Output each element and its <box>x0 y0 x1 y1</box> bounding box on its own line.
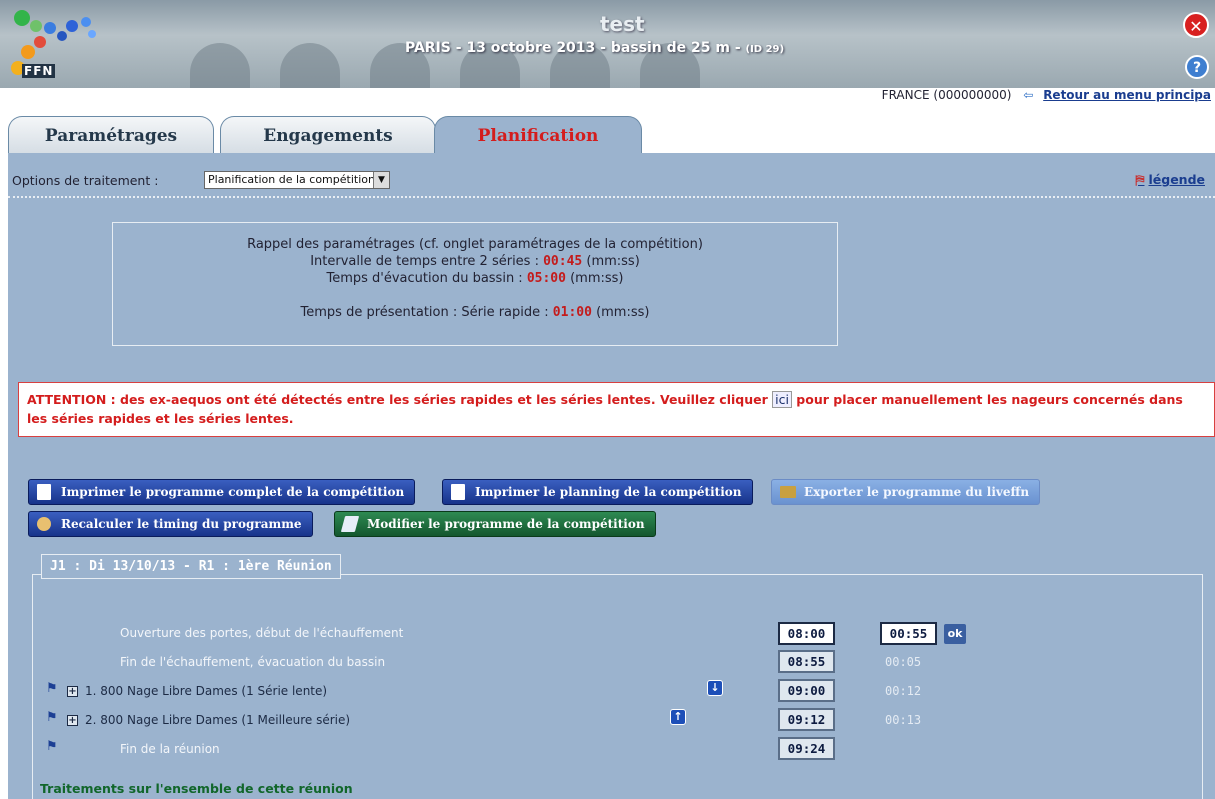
move-up-button[interactable]: ↑ <box>670 709 686 725</box>
pin-icon[interactable]: ⚑ <box>46 710 58 725</box>
competition-info: PARIS - 13 octobre 2013 - bassin de 25 m… <box>405 40 746 56</box>
duration-input[interactable]: 00:55 <box>880 622 937 645</box>
legend-label: légende <box>1148 172 1205 187</box>
duration-display: 00:05 <box>885 655 922 669</box>
duration-display: 00:13 <box>885 713 922 727</box>
time-display: 09:24 <box>778 737 835 760</box>
close-icon: ✕ <box>1189 17 1203 36</box>
evac-label: Temps d'évacution du bassin : <box>326 271 527 286</box>
user-bar: FRANCE (000000000) ⇦ Retour au menu prin… <box>882 88 1211 102</box>
expand-icon[interactable]: + <box>67 686 78 697</box>
competition-id: (ID 29) <box>745 44 785 55</box>
main-panel: Options de traitement : Planification de… <box>8 153 1215 799</box>
ex-aequo-alert: ATTENTION : des ex-aequos ont été détect… <box>18 382 1215 437</box>
row-label: Fin de l'échauffement, évacuation du bas… <box>120 655 386 669</box>
competition-subtitle: PARIS - 13 octobre 2013 - bassin de 25 m… <box>405 40 784 56</box>
expand-icon[interactable]: + <box>67 715 78 726</box>
event-label: 800 Nage Libre Dames (1 Série lente) <box>100 684 328 698</box>
header-banner: FFN test PARIS - 13 octobre 2013 - bassi… <box>0 0 1215 88</box>
document-icon <box>451 484 465 500</box>
help-button[interactable]: ? <box>1185 55 1209 79</box>
tab-engagements[interactable]: Engagements <box>220 116 436 154</box>
document-icon <box>37 484 51 500</box>
time-display: 08:55 <box>778 650 835 673</box>
legend-icon: ⛿ <box>1135 172 1145 187</box>
event-row: 2. 800 Nage Libre Dames (1 Meilleure sér… <box>85 713 350 727</box>
back-to-main-menu-link[interactable]: Retour au menu principa <box>1043 88 1211 102</box>
treatments-title: Traitements sur l'ensemble de cette réun… <box>40 781 353 796</box>
account-label: FRANCE (000000000) <box>881 88 1012 102</box>
modify-program-label: Modifier le programme de la compétition <box>367 517 645 531</box>
recalculate-label: Recalculer le timing du programme <box>61 517 302 531</box>
banner-background <box>150 30 850 88</box>
reminder-evacuation: Temps d'évacution du bassin : 05:00 (mm:… <box>113 270 837 287</box>
event-row: 1. 800 Nage Libre Dames (1 Série lente) <box>85 684 327 698</box>
help-icon: ? <box>1192 60 1202 76</box>
ok-button[interactable]: ok <box>944 624 966 644</box>
print-full-program-button[interactable]: Imprimer le programme complet de la comp… <box>28 479 416 505</box>
tab-bar: Paramétrages Engagements Planification <box>8 116 1208 156</box>
alert-ici-link[interactable]: ici <box>772 391 792 408</box>
session-title: J1 : Di 13/10/13 - R1 : 1ère Réunion <box>41 554 341 579</box>
legend-link[interactable]: ⛿ légende <box>1135 172 1205 188</box>
alert-text-before: ATTENTION : des ex-aequos ont été détect… <box>27 392 773 407</box>
options-label: Options de traitement : <box>12 173 159 188</box>
refresh-icon <box>37 517 51 531</box>
time-display: 09:12 <box>778 708 835 731</box>
presentation-label: Temps de présentation : Série rapide : <box>300 305 553 320</box>
event-number: 1. <box>85 684 97 698</box>
logo-text: FFN <box>22 64 56 78</box>
export-liveffn-button[interactable]: Exporter le programme du liveffn <box>771 479 1041 505</box>
arrow-down-icon: ↓ <box>710 681 720 694</box>
app-title: test <box>600 12 645 36</box>
reminder-presentation: Temps de présentation : Série rapide : 0… <box>113 304 837 321</box>
settings-reminder-box: Rappel des paramétrages (cf. onglet para… <box>112 222 838 346</box>
reminder-interval: Intervalle de temps entre 2 séries : 00:… <box>113 253 837 270</box>
row-label: Ouverture des portes, début de l'échauff… <box>120 626 404 640</box>
options-selected-value: Planification de la compétition <box>208 173 375 186</box>
duration-display: 00:12 <box>885 684 922 698</box>
time-input[interactable]: 08:00 <box>778 622 835 645</box>
row-label: Fin de la réunion <box>120 742 220 756</box>
pin-icon[interactable]: ⚑ <box>46 681 58 696</box>
close-button[interactable]: ✕ <box>1183 12 1209 38</box>
move-down-button[interactable]: ↓ <box>707 680 723 696</box>
chevron-down-icon[interactable]: ▼ <box>373 172 389 188</box>
recalculate-timing-button[interactable]: Recalculer le timing du programme <box>28 511 313 537</box>
folder-icon <box>780 486 796 498</box>
interval-value: 00:45 <box>543 254 583 269</box>
presentation-value: 01:00 <box>552 305 592 320</box>
export-liveffn-label: Exporter le programme du liveffn <box>804 485 1030 499</box>
print-full-label: Imprimer le programme complet de la comp… <box>61 485 405 499</box>
presentation-unit: (mm:ss) <box>591 305 650 320</box>
event-label: 800 Nage Libre Dames (1 Meilleure série) <box>100 713 351 727</box>
tab-parametrages[interactable]: Paramétrages <box>8 116 214 154</box>
print-planning-label: Imprimer le planning de la compétition <box>475 485 742 499</box>
edit-icon <box>340 516 360 532</box>
evac-value: 05:00 <box>526 271 566 286</box>
modify-program-button[interactable]: Modifier le programme de la compétition <box>334 511 656 537</box>
options-separator <box>8 196 1215 198</box>
print-planning-button[interactable]: Imprimer le planning de la compétition <box>442 479 753 505</box>
interval-unit: (mm:ss) <box>582 254 640 269</box>
event-number: 2. <box>85 713 97 727</box>
pin-icon[interactable]: ⚑ <box>46 739 58 754</box>
arrow-up-icon: ↑ <box>673 710 683 723</box>
options-select[interactable]: Planification de la compétition ▼ <box>204 171 390 189</box>
time-display: 09:00 <box>778 679 835 702</box>
back-arrow-icon[interactable]: ⇦ <box>1023 88 1033 102</box>
reminder-title: Rappel des paramétrages (cf. onglet para… <box>247 237 703 252</box>
interval-label: Intervalle de temps entre 2 séries : <box>310 254 544 269</box>
tab-planification[interactable]: Planification <box>434 116 642 156</box>
evac-unit: (mm:ss) <box>565 271 624 286</box>
